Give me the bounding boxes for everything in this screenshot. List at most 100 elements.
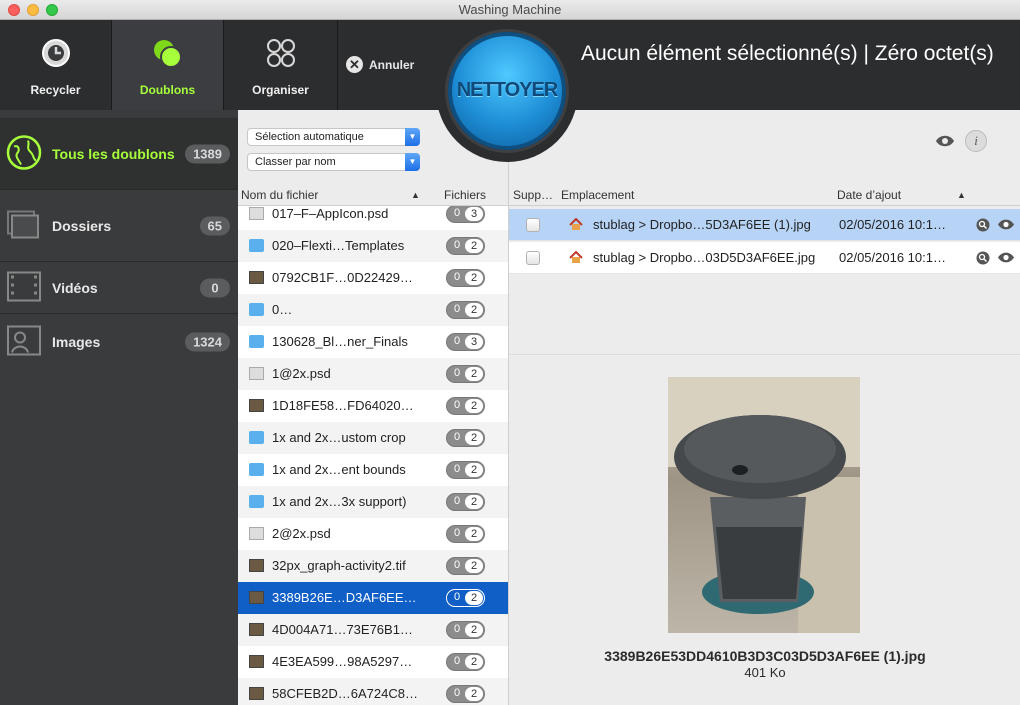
zoom-window-button[interactable] — [46, 4, 58, 16]
location-row[interactable]: stublag > Dropbo…5D3AF6EE (1).jpg 02/05/2… — [509, 209, 1020, 241]
file-list-row[interactable]: 0792CB1F…0D22429… 0 2 — [238, 262, 508, 294]
file-name: 130628_Bl…ner_Finals — [272, 334, 408, 349]
file-thumbnail-icon — [249, 271, 264, 284]
total-count: 2 — [465, 687, 483, 701]
file-list-row[interactable]: 32px_graph-activity2.tif 0 2 — [238, 550, 508, 582]
file-name: 32px_graph-activity2.tif — [272, 558, 406, 573]
file-list-row[interactable]: 1x and 2x…ustom crop 0 2 — [238, 422, 508, 454]
info-icon[interactable]: i — [965, 130, 987, 152]
delete-checkbox[interactable] — [526, 251, 540, 265]
clean-button[interactable]: NETTOYER — [448, 32, 566, 150]
duplicate-count-toggle[interactable]: 02 — [446, 301, 485, 319]
selected-count: 0 — [453, 399, 461, 411]
eye-icon[interactable] — [997, 251, 1015, 267]
file-list-row[interactable]: 1D18FE58…FD64020… 0 2 — [238, 390, 508, 422]
total-count: 2 — [465, 527, 483, 541]
file-list-row[interactable]: 58CFEB2D…6A724C8… 0 2 — [238, 678, 508, 705]
file-name: 1x and 2x…ent bounds — [272, 462, 406, 477]
duplicate-count-toggle[interactable]: 02 — [446, 269, 485, 287]
file-list-row[interactable]: 1@2x.psd 0 2 — [238, 358, 508, 390]
file-list-row[interactable]: 3389B26E…D3AF6EE… 0 2 — [238, 582, 508, 614]
file-list-row[interactable]: 1x and 2x…3x support) 0 2 — [238, 486, 508, 518]
chevron-down-icon: ▼ — [405, 153, 420, 171]
duplicate-count-toggle[interactable]: 02 — [446, 429, 485, 447]
selected-count: 0 — [453, 271, 461, 283]
folder-icon — [249, 463, 264, 476]
total-count: 2 — [465, 239, 483, 253]
sidebar-item-videos[interactable]: Vidéos 0 — [0, 262, 238, 314]
duplicate-count-toggle[interactable]: 02 — [446, 685, 485, 703]
recycler-button[interactable]: Recycler — [0, 20, 112, 110]
file-thumbnail-icon — [249, 655, 264, 668]
minimize-window-button[interactable] — [27, 4, 39, 16]
folder-icon — [249, 303, 264, 316]
eye-icon[interactable] — [935, 134, 955, 153]
title-bar: Washing Machine — [0, 0, 1020, 20]
file-list-row[interactable]: 020–Flexti…Templates 0 2 — [238, 230, 508, 262]
duplicate-count-toggle[interactable]: 02 — [446, 653, 485, 671]
file-location: stublag > Dropbo…03D5D3AF6EE.jpg — [593, 250, 816, 265]
column-header-filename[interactable]: Nom du fichier — [241, 188, 318, 202]
organiser-button[interactable]: Organiser — [224, 20, 338, 110]
chevron-down-icon: ▼ — [405, 128, 420, 146]
sort-ascending-icon: ▲ — [411, 190, 420, 200]
location-row[interactable]: stublag > Dropbo…03D5D3AF6EE.jpg 02/05/20… — [509, 242, 1020, 274]
reveal-in-finder-icon[interactable] — [976, 218, 990, 235]
file-name: 020–Flexti…Templates — [272, 238, 405, 253]
file-list-row[interactable]: 017–F–AppIcon.psd 0 3 — [238, 206, 508, 230]
sidebar-item-folders[interactable]: Dossiers 65 — [0, 190, 238, 262]
home-icon — [569, 217, 583, 234]
file-list-row[interactable]: 4E3EA599…98A5297… 0 2 — [238, 646, 508, 678]
duplicate-count-toggle[interactable]: 02 — [446, 525, 485, 543]
total-count: 2 — [465, 271, 483, 285]
column-header-delete[interactable]: Supp… — [513, 188, 553, 202]
sidebar-item-label: Vidéos — [52, 279, 98, 296]
sort-dropdown[interactable]: Classer par nom ▼ — [247, 153, 420, 171]
column-header-files[interactable]: Fichiers — [444, 188, 486, 202]
duplicate-count-toggle[interactable]: 02 — [446, 237, 485, 255]
date-added: 02/05/2016 10:1… — [839, 217, 946, 232]
auto-selection-dropdown[interactable]: Sélection automatique ▼ — [247, 128, 420, 146]
file-name: 4E3EA599…98A5297… — [272, 654, 413, 669]
file-list-row[interactable]: 4D004A71…73E76B1… 0 2 — [238, 614, 508, 646]
selected-count: 0 — [453, 495, 461, 507]
duplicate-count-toggle[interactable]: 02 — [446, 557, 485, 575]
file-list-row[interactable]: 130628_Bl…ner_Finals 0 3 — [238, 326, 508, 358]
total-count: 3 — [465, 335, 483, 349]
file-list-row[interactable]: 0… 0 2 — [238, 294, 508, 326]
total-count: 2 — [465, 431, 483, 445]
delete-checkbox[interactable] — [526, 218, 540, 232]
duplicate-count-toggle[interactable]: 03 — [446, 206, 485, 223]
cancel-button[interactable]: ✕ Annuler — [346, 56, 414, 73]
file-thumbnail-icon — [249, 687, 264, 700]
file-name: 0792CB1F…0D22429… — [272, 270, 413, 285]
close-window-button[interactable] — [8, 4, 20, 16]
sidebar-count-badge: 1324 — [185, 332, 230, 352]
selected-count: 0 — [453, 431, 461, 443]
column-header-location[interactable]: Emplacement — [561, 188, 634, 202]
auto-selection-value: Sélection automatique — [255, 131, 364, 143]
sidebar-item-images[interactable]: Images 1324 — [0, 314, 238, 370]
file-name: 58CFEB2D…6A724C8… — [272, 686, 418, 701]
eye-icon[interactable] — [997, 218, 1015, 234]
selected-count: 0 — [453, 687, 461, 699]
selection-status: Aucun élément sélectionné(s) | Zéro octe… — [581, 42, 994, 65]
detail-pane: i Supp… Emplacement Date d’ajout ▲ stubl… — [508, 110, 1020, 705]
duplicate-count-toggle[interactable]: 02 — [446, 493, 485, 511]
duplicate-count-toggle[interactable]: 02 — [446, 397, 485, 415]
duplicate-count-toggle[interactable]: 02 — [446, 621, 485, 639]
sidebar-item-all-duplicates[interactable]: Tous les doublons 1389 — [0, 118, 238, 190]
file-list-row[interactable]: 1x and 2x…ent bounds 0 2 — [238, 454, 508, 486]
file-name: 3389B26E…D3AF6EE… — [272, 590, 417, 605]
total-count: 3 — [465, 207, 483, 221]
doublons-button[interactable]: Doublons — [112, 20, 224, 110]
sidebar-item-label: Images — [52, 334, 101, 350]
duplicate-count-toggle[interactable]: 02 — [446, 461, 485, 479]
reveal-in-finder-icon[interactable] — [976, 251, 990, 268]
folder-icon — [249, 495, 264, 508]
column-header-date[interactable]: Date d’ajout — [837, 188, 901, 202]
duplicate-count-toggle[interactable]: 02 — [446, 365, 485, 383]
duplicate-count-toggle[interactable]: 02 — [446, 589, 485, 607]
duplicate-count-toggle[interactable]: 03 — [446, 333, 485, 351]
file-list-row[interactable]: 2@2x.psd 0 2 — [238, 518, 508, 550]
